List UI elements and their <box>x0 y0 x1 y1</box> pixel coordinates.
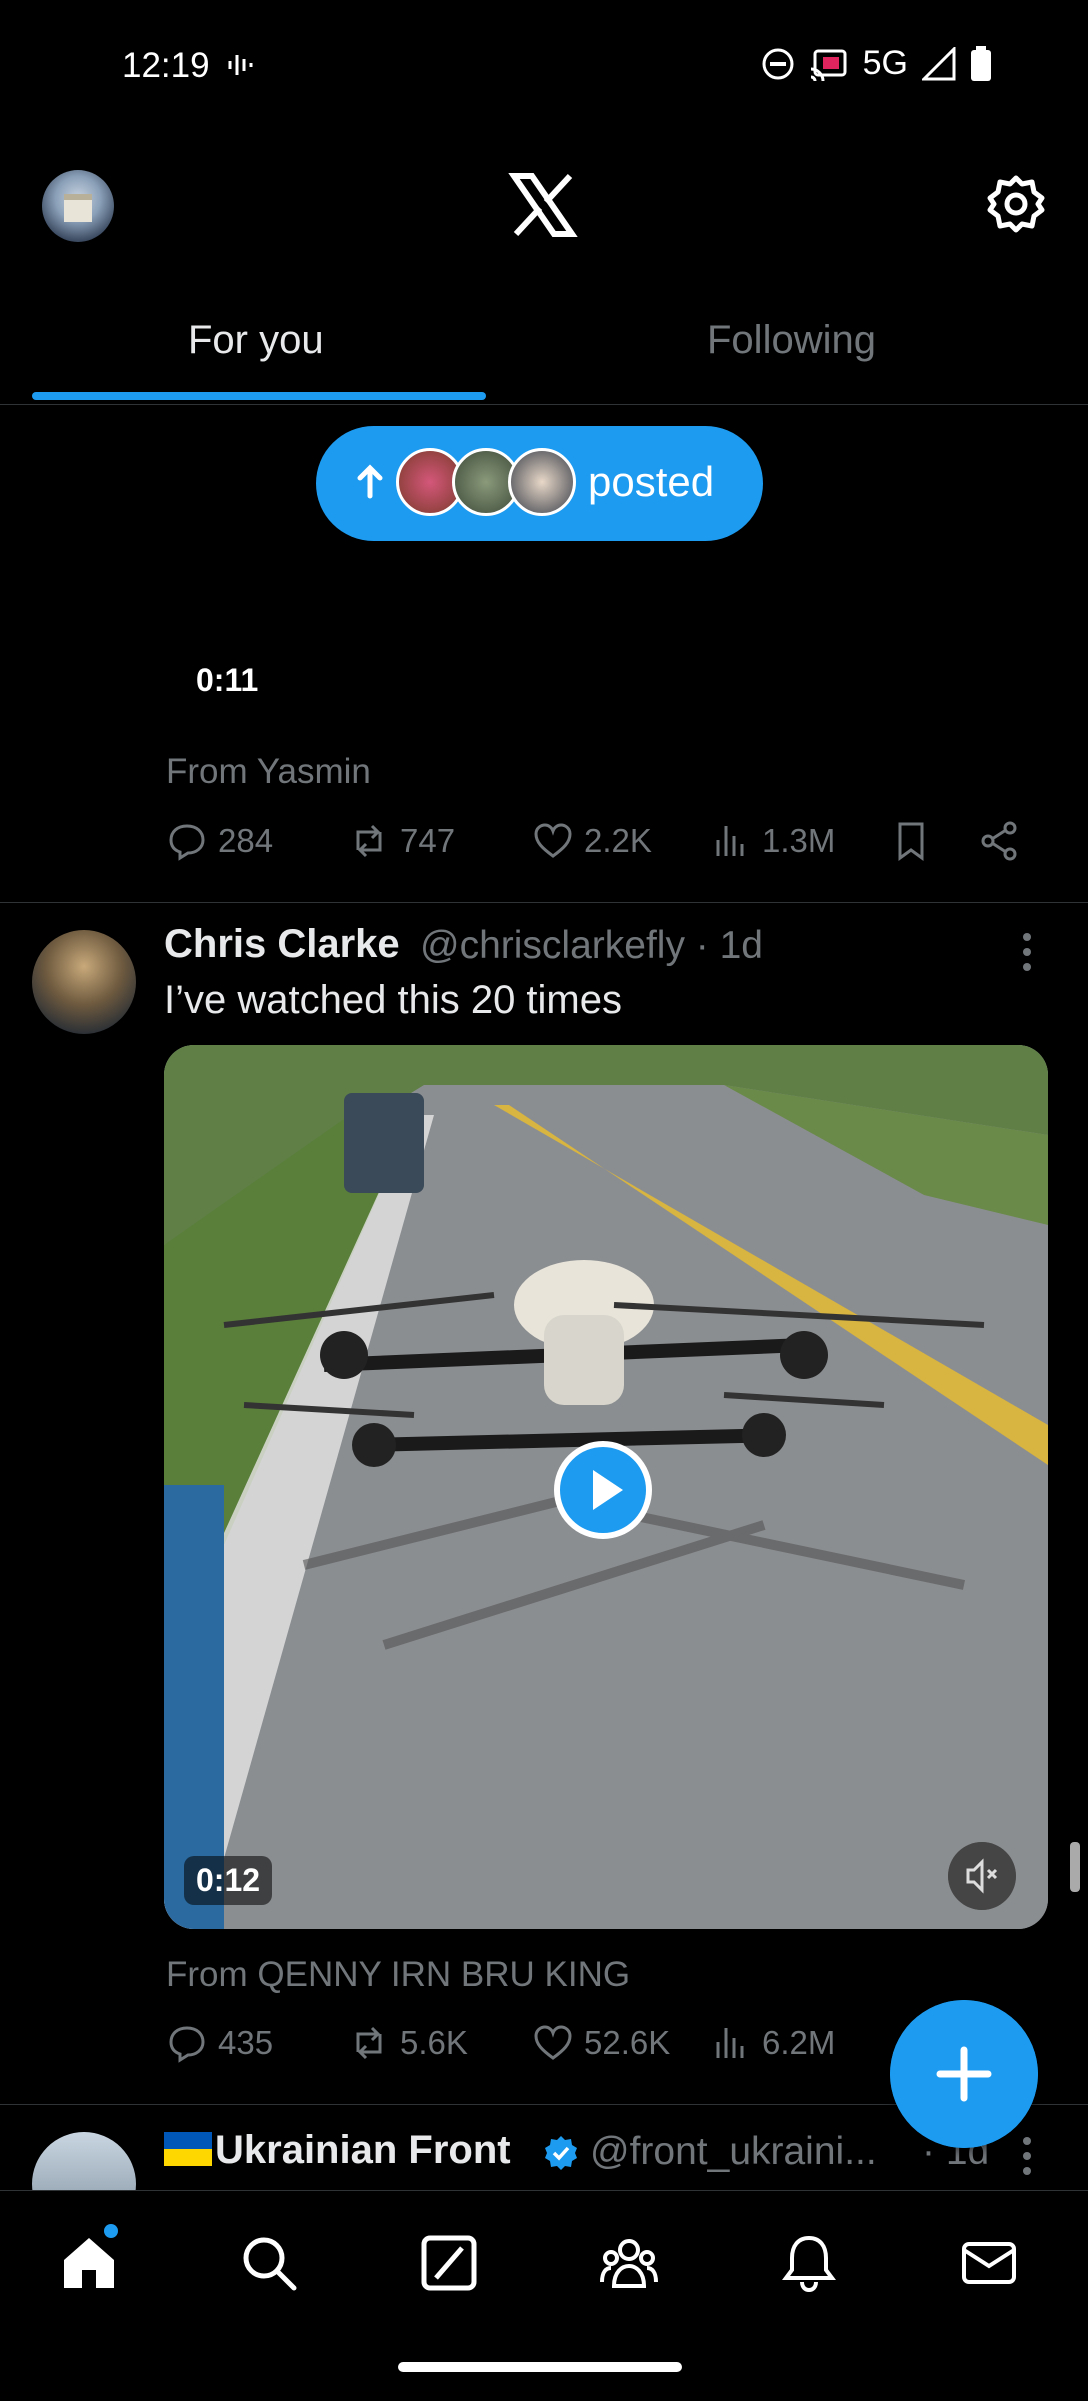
like-button[interactable]: 52.6K <box>532 2022 670 2064</box>
gear-icon[interactable] <box>986 174 1046 234</box>
battery-icon <box>971 45 991 81</box>
tab-indicator <box>32 392 486 400</box>
from-label: From Yasmin <box>166 752 371 791</box>
repost-icon <box>356 824 382 858</box>
scrollbar[interactable] <box>1070 1842 1080 1892</box>
status-time: 12:19 <box>122 46 210 85</box>
share-button[interactable] <box>978 820 1020 862</box>
repost-icon <box>356 2026 382 2060</box>
author-handle: @front_ukraini... <box>590 2130 877 2173</box>
search-icon[interactable] <box>238 2232 300 2294</box>
repost-count: 5.6K <box>400 2024 468 2061</box>
reply-icon <box>169 2026 205 2063</box>
like-count: 2.2K <box>584 822 652 859</box>
ukraine-flag-icon <box>164 2132 212 2166</box>
more-options-icon[interactable] <box>1022 2136 1032 2176</box>
repost-button[interactable]: 747 <box>348 820 455 862</box>
pill-avatar <box>508 448 576 516</box>
more-options-icon[interactable] <box>1022 932 1032 972</box>
cast-icon <box>810 49 847 81</box>
reply-count: 435 <box>218 2024 274 2061</box>
audio-waves-icon <box>228 55 253 75</box>
new-posts-label: posted <box>588 458 715 505</box>
mute-icon[interactable] <box>948 1842 1016 1910</box>
timeline-tabs: For you Following <box>0 290 1088 405</box>
reply-button[interactable]: 284 <box>166 820 273 862</box>
home-icon[interactable] <box>58 2232 120 2294</box>
gesture-home-bar[interactable] <box>398 2362 682 2372</box>
author-name[interactable]: Chris Clarke <box>164 922 400 967</box>
from-label: From QENNY IRN BRU KING <box>166 1955 631 1994</box>
repost-button[interactable]: 5.6K <box>348 2022 468 2064</box>
post-text: I’ve watched this 20 times <box>164 978 622 1022</box>
post-divider <box>0 902 1088 903</box>
notification-dot <box>104 2224 118 2238</box>
author-handle: @chrisclarkefly · 1d <box>420 924 764 967</box>
author-name[interactable]: Ukrainian Front <box>215 2128 511 2173</box>
view-count: 6.2M <box>762 2024 836 2061</box>
compose-button[interactable] <box>890 2000 1038 2148</box>
dnd-icon <box>762 48 794 79</box>
status-icons: 5G <box>761 44 992 83</box>
grok-icon[interactable] <box>418 2232 480 2294</box>
like-count: 52.6K <box>584 2024 671 2061</box>
views-button[interactable]: 6.2M <box>710 2022 835 2064</box>
network-label: 5G <box>862 44 908 82</box>
reply-count: 284 <box>218 822 274 859</box>
bookmark-button[interactable] <box>890 820 932 862</box>
mail-icon[interactable] <box>958 2232 1020 2294</box>
heart-icon <box>534 823 572 858</box>
verified-badge-icon <box>545 2136 577 2170</box>
tab-following[interactable]: Following <box>707 318 876 363</box>
view-count: 1.3M <box>762 822 836 859</box>
author-avatar[interactable] <box>32 930 136 1034</box>
views-icon <box>716 826 744 856</box>
signal-icon <box>922 46 956 80</box>
like-button[interactable]: 2.2K <box>532 820 652 862</box>
video-duration: 0:11 <box>196 662 259 698</box>
repost-count: 747 <box>400 822 456 859</box>
views-button[interactable]: 1.3M <box>710 820 835 862</box>
play-icon[interactable] <box>553 1440 653 1540</box>
bell-icon[interactable] <box>778 2232 840 2294</box>
bookmark-icon <box>898 822 924 861</box>
status-bar: 12:19 5G <box>0 0 1088 130</box>
video-duration: 0:12 <box>184 1856 273 1905</box>
communities-icon[interactable] <box>598 2232 660 2294</box>
reply-icon <box>169 824 205 861</box>
profile-avatar[interactable] <box>42 170 114 242</box>
arrow-up-icon <box>357 464 383 499</box>
post-actions: 284 747 2.2K 1.3M <box>166 820 1036 880</box>
reply-button[interactable]: 435 <box>166 2022 273 2064</box>
x-logo-icon[interactable] <box>508 170 578 240</box>
share-icon <box>981 821 1017 861</box>
views-icon <box>716 2028 744 2058</box>
tab-for-you[interactable]: For you <box>188 318 324 363</box>
heart-icon <box>534 2025 572 2060</box>
